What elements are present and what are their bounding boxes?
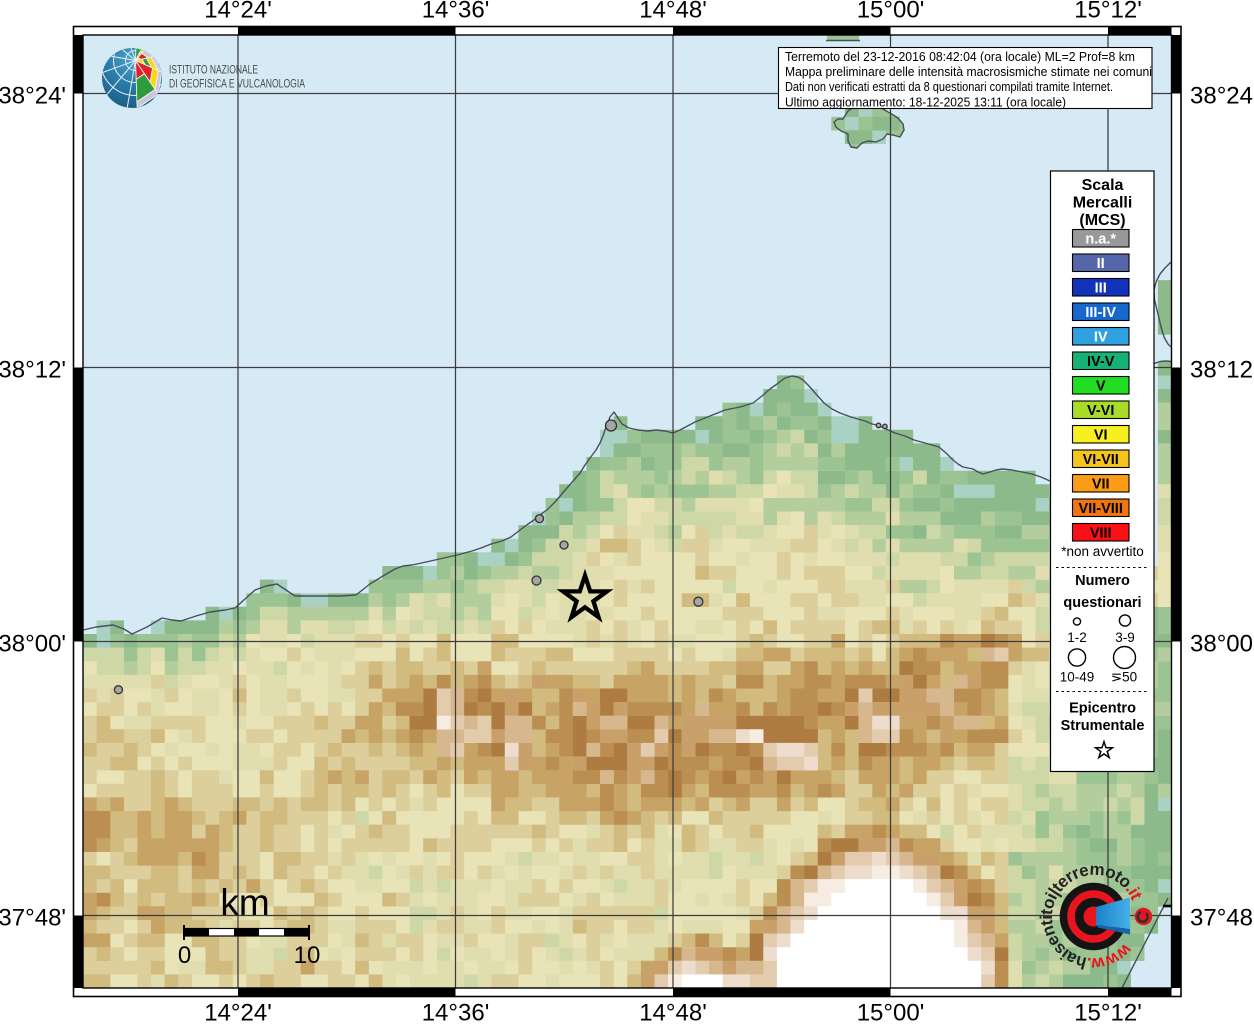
svg-text:14°24': 14°24': [204, 0, 272, 24]
svg-text:Dati non verificati estratti d: Dati non verificati estratti da 8 questi…: [785, 79, 1113, 94]
svg-text:Ultimo aggiornamento: 18-12-20: Ultimo aggiornamento: 18-12-2025 13:11 (…: [785, 94, 1066, 109]
svg-text:0: 0: [178, 942, 191, 969]
svg-text:ISTITUTO NAZIONALE: ISTITUTO NAZIONALE: [169, 63, 258, 77]
svg-text:3-9: 3-9: [1115, 630, 1135, 645]
svg-text:15°00': 15°00': [857, 1000, 925, 1024]
svg-text:DI GEOFISICA E VULCANOLOGIA: DI GEOFISICA E VULCANOLOGIA: [169, 77, 305, 91]
svg-text:38°24': 38°24': [1190, 83, 1254, 110]
svg-text:(MCS): (MCS): [1079, 212, 1125, 229]
svg-text:⋝50: ⋝50: [1111, 670, 1137, 685]
svg-text:*non avvertito: *non avvertito: [1061, 544, 1144, 559]
svg-text:14°36': 14°36': [422, 0, 490, 24]
svg-text:IV-V: IV-V: [1087, 354, 1115, 370]
svg-text:14°48': 14°48': [639, 1000, 707, 1024]
svg-text:km: km: [220, 882, 269, 923]
svg-text:III: III: [1095, 281, 1107, 297]
svg-text:38°00': 38°00': [0, 631, 66, 658]
svg-text:VI-VII: VI-VII: [1083, 452, 1119, 468]
svg-text:Terremoto del 23-12-2016 08:42: Terremoto del 23-12-2016 08:42:04 (ora l…: [785, 49, 1135, 64]
svg-text:15°00': 15°00': [857, 0, 925, 24]
svg-text:38°12': 38°12': [0, 357, 66, 384]
svg-text:III-IV: III-IV: [1085, 305, 1116, 321]
svg-text:15°12': 15°12': [1074, 0, 1142, 24]
svg-text:Scala: Scala: [1082, 177, 1124, 194]
svg-text:Epicentro: Epicentro: [1069, 701, 1136, 717]
svg-text:38°00': 38°00': [1190, 631, 1254, 658]
svg-text:Numero: Numero: [1075, 573, 1130, 589]
svg-text:38°12': 38°12': [1190, 357, 1254, 384]
svg-text:10-49: 10-49: [1060, 670, 1095, 685]
svg-text:37°48': 37°48': [1190, 905, 1254, 932]
svg-text:14°36': 14°36': [422, 1000, 490, 1024]
svg-text:VIII: VIII: [1090, 526, 1112, 542]
svg-text:n.a.*: n.a.*: [1085, 232, 1116, 248]
svg-text:38°24': 38°24': [0, 83, 66, 110]
svg-text:Mercalli: Mercalli: [1073, 195, 1133, 212]
svg-text:VI: VI: [1094, 428, 1108, 444]
svg-text:V: V: [1096, 379, 1106, 395]
svg-text:IV: IV: [1094, 330, 1108, 346]
svg-text:II: II: [1097, 256, 1105, 272]
svg-text:questionari: questionari: [1063, 595, 1141, 611]
svg-text:V-VI: V-VI: [1087, 403, 1114, 419]
svg-text:1-2: 1-2: [1067, 630, 1087, 645]
svg-text:VII-VIII: VII-VIII: [1079, 501, 1123, 517]
svg-text:Mappa preliminare delle intens: Mappa preliminare delle intensità macros…: [785, 64, 1152, 79]
svg-text:37°48': 37°48': [0, 905, 66, 932]
svg-text:14°24': 14°24': [204, 1000, 272, 1024]
svg-text:Strumentale: Strumentale: [1061, 718, 1145, 734]
svg-text:10: 10: [294, 942, 321, 969]
svg-text:VII: VII: [1092, 477, 1110, 493]
svg-text:14°48': 14°48': [639, 0, 707, 24]
svg-text:15°12': 15°12': [1074, 1000, 1142, 1024]
